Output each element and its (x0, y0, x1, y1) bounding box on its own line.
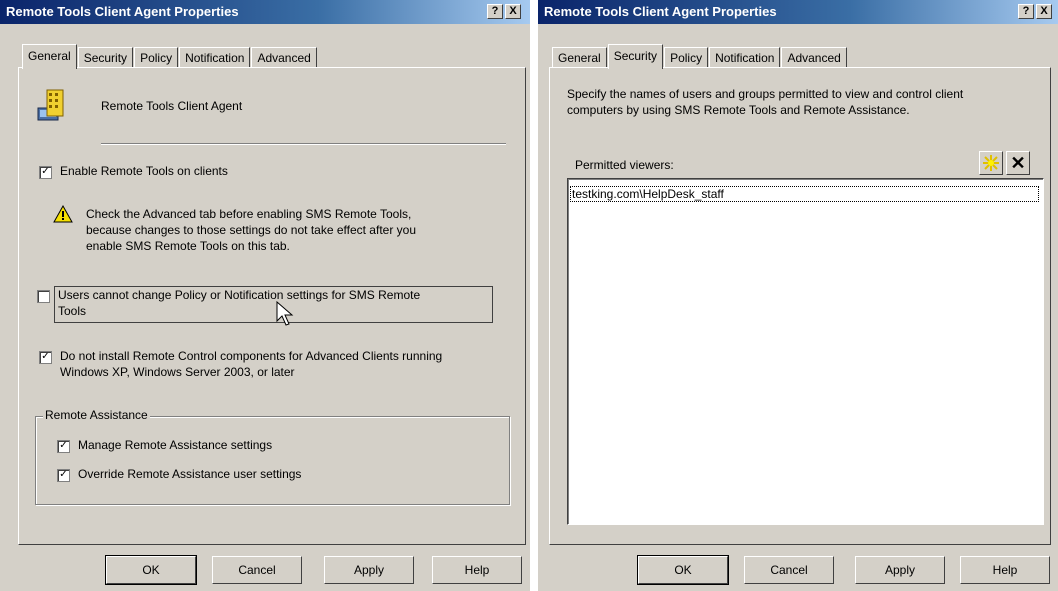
tab-security[interactable]: Security (77, 47, 134, 68)
apply-button[interactable]: Apply (855, 556, 945, 584)
enable-remote-tools-label: Enable Remote Tools on clients (60, 164, 228, 178)
ok-button[interactable]: OK (637, 555, 729, 585)
apply-button[interactable]: Apply (324, 556, 414, 584)
cancel-button[interactable]: Cancel (744, 556, 834, 584)
override-remote-assistance-checkbox[interactable]: ✓ (57, 469, 70, 482)
close-title-button[interactable]: X (505, 4, 521, 19)
tab-advanced[interactable]: Advanced (781, 47, 847, 68)
remote-assistance-group-title: Remote Assistance (43, 408, 150, 422)
tab-advanced[interactable]: Advanced (251, 47, 317, 68)
users-cannot-change-line1: Users cannot change Policy or Notificati… (58, 288, 421, 302)
do-not-install-line2: Windows XP, Windows Server 2003, or late… (60, 365, 295, 379)
tab-strip: General Security Policy Notification Adv… (22, 44, 318, 69)
title-bar: Remote Tools Client Agent Properties ? X (538, 0, 1058, 24)
tab-notification[interactable]: Notification (709, 47, 781, 68)
delete-x-icon: ✕ (1010, 153, 1026, 173)
users-cannot-change-line2: Tools (58, 304, 87, 318)
list-item[interactable]: testking.com\HelpDesk_staff (570, 186, 1039, 202)
tab-policy[interactable]: Policy (664, 47, 709, 68)
new-star-icon (983, 155, 999, 171)
help-title-button[interactable]: ? (487, 4, 503, 19)
tab-general[interactable]: General (22, 44, 77, 69)
users-cannot-change-checkbox[interactable] (37, 290, 50, 303)
left-properties-dialog: Remote Tools Client Agent Properties ? X… (0, 0, 530, 591)
description-line1: Specify the names of users and groups pe… (567, 87, 964, 101)
delete-viewer-button[interactable]: ✕ (1006, 151, 1030, 175)
security-tab-panel: Specify the names of users and groups pe… (549, 67, 1051, 545)
warning-text-line1: Check the Advanced tab before enabling S… (86, 207, 412, 221)
do-not-install-checkbox[interactable]: ✓ (39, 351, 52, 364)
do-not-install-line1: Do not install Remote Control components… (60, 349, 443, 363)
title-bar: Remote Tools Client Agent Properties ? X (0, 0, 530, 24)
manage-remote-assistance-label: Manage Remote Assistance settings (78, 438, 273, 452)
remote-assistance-groupbox (35, 416, 510, 505)
help-button[interactable]: Help (960, 556, 1050, 584)
mouse-cursor-icon (276, 301, 294, 326)
permitted-viewers-list[interactable]: testking.com\HelpDesk_staff (567, 178, 1044, 525)
general-tab-panel: Remote Tools Client Agent ✓ Enable Remot… (18, 67, 526, 545)
window-title: Remote Tools Client Agent Properties (544, 4, 777, 19)
help-button[interactable]: Help (432, 556, 522, 584)
close-title-button[interactable]: X (1036, 4, 1052, 19)
tab-security[interactable]: Security (607, 44, 664, 69)
description-line2: computers by using SMS Remote Tools and … (567, 103, 910, 117)
window-title: Remote Tools Client Agent Properties (6, 4, 239, 19)
warning-icon (53, 205, 73, 223)
cancel-button[interactable]: Cancel (212, 556, 302, 584)
override-remote-assistance-label: Override Remote Assistance user settings (78, 467, 302, 481)
tab-policy[interactable]: Policy (134, 47, 179, 68)
new-viewer-button[interactable] (979, 151, 1003, 175)
tab-strip: General Security Policy Notification Adv… (552, 44, 848, 69)
warning-text-line2: because changes to those settings do not… (86, 223, 416, 237)
permitted-viewers-label: Permitted viewers: (575, 158, 674, 172)
tab-general[interactable]: General (552, 47, 607, 68)
ok-button[interactable]: OK (105, 555, 197, 585)
enable-remote-tools-checkbox[interactable]: ✓ (39, 166, 52, 179)
help-title-button[interactable]: ? (1018, 4, 1034, 19)
manage-remote-assistance-checkbox[interactable]: ✓ (57, 440, 70, 453)
computer-building-icon (37, 89, 64, 121)
right-properties-dialog: Remote Tools Client Agent Properties ? X… (538, 0, 1058, 591)
agent-name-label: Remote Tools Client Agent (101, 99, 243, 113)
tab-notification[interactable]: Notification (179, 47, 251, 68)
separator (101, 143, 506, 145)
warning-text-line3: enable SMS Remote Tools on this tab. (86, 239, 290, 253)
